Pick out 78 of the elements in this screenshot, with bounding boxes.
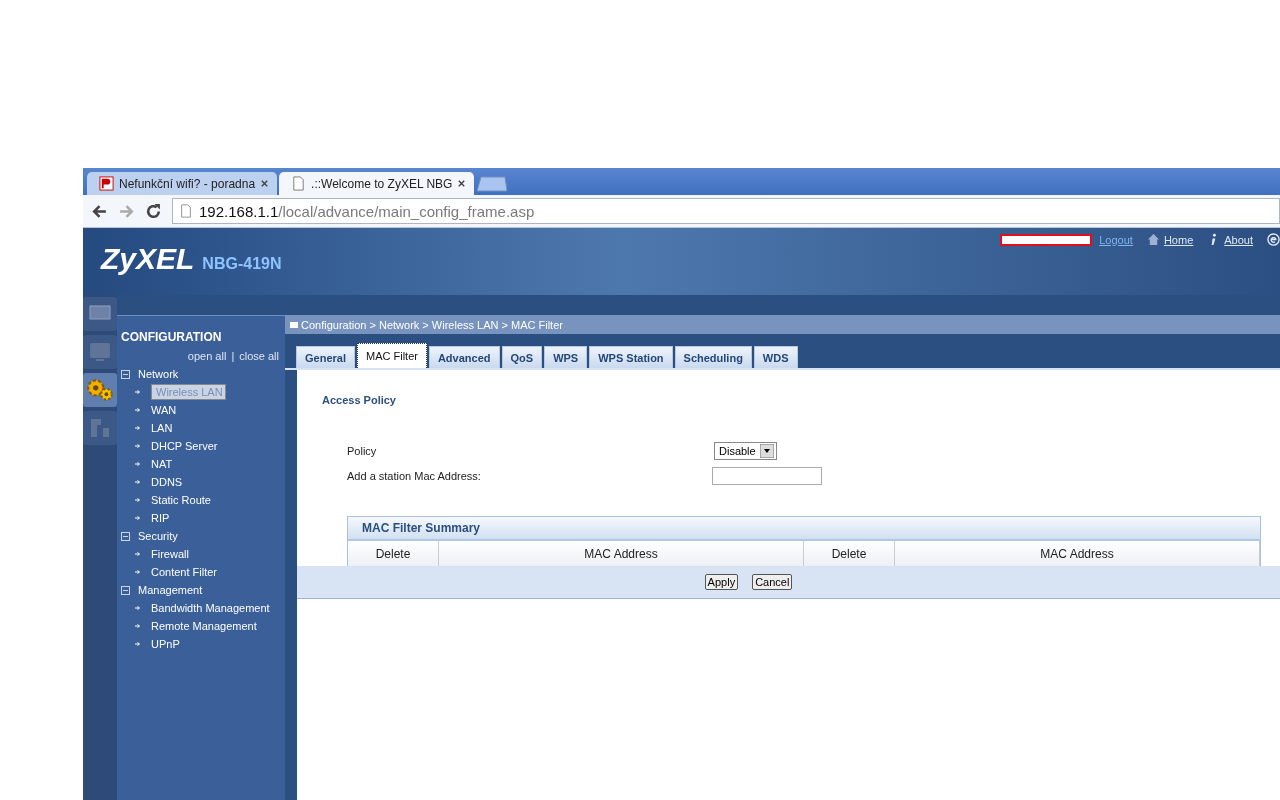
tab[interactable]: WDS	[753, 346, 798, 368]
tab[interactable]: MAC Filter	[356, 343, 427, 368]
browser-tab[interactable]: Nefunkční wifi? - poradna	[87, 172, 278, 195]
collapse-icon[interactable]	[121, 531, 130, 541]
field-label: Add a station Mac Address:	[347, 469, 482, 482]
arrow-icon	[135, 479, 141, 485]
tool-icon	[88, 416, 112, 440]
mac-address-input[interactable]	[712, 466, 822, 485]
close-all-link[interactable]: close all	[239, 350, 279, 362]
tree-item[interactable]: DHCP Server	[149, 439, 220, 453]
url-text: 192.168.1.1/local/advance/main_config_frame.asp	[199, 202, 535, 220]
e-circle-icon	[1267, 233, 1280, 246]
tree-item[interactable]: UPnP	[149, 637, 182, 651]
folder-icon	[290, 320, 298, 329]
tree-group[interactable]: Security	[138, 530, 178, 542]
page-icon	[179, 204, 193, 218]
policy-dropdown[interactable]: Disable	[714, 441, 777, 460]
panel-title: MAC Filter Summary	[362, 521, 481, 535]
header-link[interactable]: Home	[1163, 233, 1194, 246]
arrow-icon	[135, 425, 141, 431]
brand-logo: ZyXEL	[101, 242, 195, 276]
arrow-icon	[135, 443, 141, 449]
arrow-icon	[135, 389, 141, 395]
dropdown-arrow-icon	[759, 443, 774, 458]
tree-group[interactable]: Management	[138, 584, 203, 596]
model-name: NBG-419N	[202, 255, 282, 273]
tab[interactable]: WPS	[544, 346, 588, 368]
tab[interactable]: Advanced	[428, 346, 500, 368]
reload-icon[interactable]	[145, 202, 162, 220]
back-icon[interactable]	[91, 202, 108, 220]
sidebar-title: CONFIGURATION	[121, 330, 223, 344]
tab[interactable]: Scheduling	[674, 346, 752, 368]
breadcrumb: Configuration > Network > Wireless LAN > MAC Filter	[301, 318, 563, 331]
header-link[interactable]: About	[1224, 233, 1253, 246]
tree-group[interactable]: Network	[138, 368, 179, 380]
arrow-icon	[135, 515, 141, 521]
tab[interactable]: General	[296, 346, 355, 368]
browser-tab[interactable]: .::Welcome to ZyXEL NBG	[279, 172, 475, 195]
arrow-icon	[135, 605, 141, 611]
header-link[interactable]: Logout	[1099, 233, 1133, 246]
page-icon	[291, 176, 307, 191]
close-icon[interactable]	[457, 179, 467, 188]
form-button[interactable]: Cancel	[752, 574, 793, 590]
arrow-icon	[135, 407, 141, 413]
tree-item[interactable]: RIP	[149, 511, 172, 525]
tab[interactable]: WPS Station	[589, 346, 673, 368]
tree-item[interactable]: Firewall	[149, 547, 191, 561]
tree-item[interactable]: LAN	[149, 421, 175, 435]
form-button[interactable]: Apply	[704, 574, 739, 590]
separator: |	[231, 350, 235, 362]
tree-item[interactable]: Content Filter	[149, 565, 220, 579]
tree-item[interactable]: Static Route	[149, 493, 213, 507]
tab[interactable]: QoS	[501, 346, 543, 368]
section-title: Access Policy	[322, 394, 397, 406]
tree-item[interactable]: Bandwidth Management	[149, 601, 272, 615]
screen-icon	[88, 340, 112, 364]
gears-icon	[85, 377, 115, 403]
collapse-icon[interactable]	[121, 369, 130, 379]
arrow-icon	[135, 497, 141, 503]
address-bar[interactable]: 192.168.1.1/local/advance/main_config_frame.asp	[172, 198, 1280, 224]
collapse-icon[interactable]	[121, 585, 130, 595]
tree-item[interactable]: NAT	[149, 457, 175, 471]
rail-button[interactable]	[83, 373, 117, 407]
arrow-icon	[135, 623, 141, 629]
home-icon	[1146, 233, 1160, 246]
arrow-icon	[135, 569, 141, 575]
rail-button[interactable]	[83, 297, 117, 331]
open-all-link[interactable]: open all	[187, 350, 227, 362]
field-label: Policy	[347, 444, 378, 457]
arrow-icon	[135, 641, 141, 647]
tree-item[interactable]: DDNS	[149, 475, 185, 489]
tree-item[interactable]: Remote Management	[149, 619, 259, 633]
arrow-icon	[135, 461, 141, 467]
new-tab-button[interactable]	[476, 176, 509, 192]
site-icon	[99, 176, 114, 191]
arrow-icon	[135, 551, 141, 557]
close-icon[interactable]	[260, 179, 270, 188]
tree-item[interactable]: WAN	[149, 403, 179, 417]
